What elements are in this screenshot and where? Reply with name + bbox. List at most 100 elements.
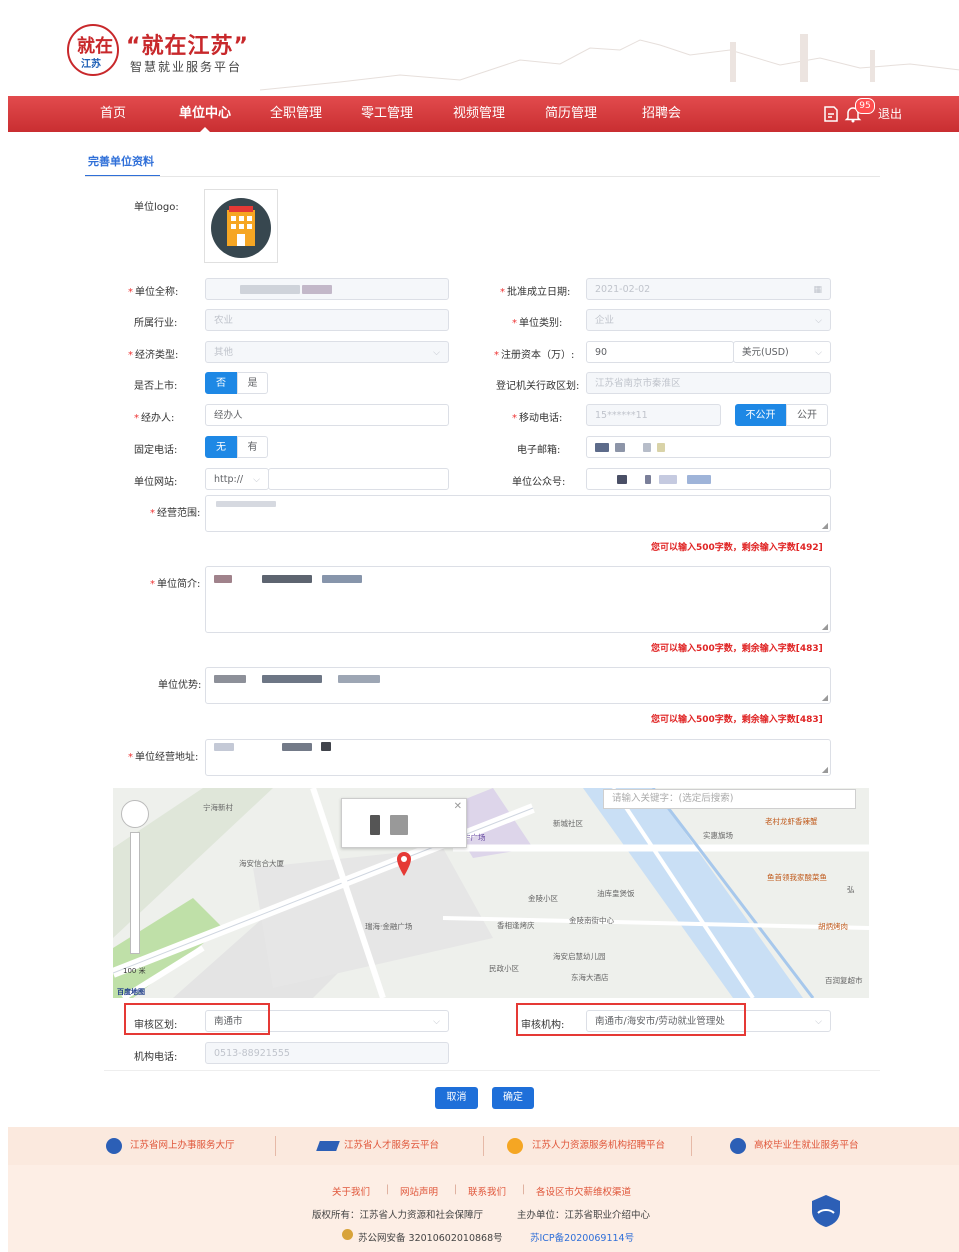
map-zoom-slider[interactable] — [130, 832, 140, 954]
confirm-button[interactable]: 确定 — [492, 1087, 534, 1109]
site-subtitle: 智慧就业服务平台 — [130, 60, 243, 74]
footer-icp-record[interactable]: 苏ICP备2020069114号 — [530, 1230, 634, 1244]
map-label: 香相逢烤庆 — [497, 921, 535, 930]
approval-date-label: * 批准成立日期: — [500, 287, 571, 298]
site-logo[interactable]: 就在 江苏 — [67, 24, 119, 76]
footer-contact-link[interactable]: 联系我们 — [468, 1184, 506, 1198]
chevron-down-icon: ⌵ — [815, 348, 822, 358]
unit-type-label: * 单位类别: — [512, 318, 563, 329]
footer-about-link[interactable]: 关于我们 — [332, 1184, 370, 1198]
skyline-banner-image — [260, 34, 959, 91]
footer-link[interactable]: 江苏人力资源服务机构招聘平台 — [532, 1127, 665, 1165]
website-input[interactable] — [268, 468, 449, 490]
location-map[interactable]: 宁海新村 海安信合大厦 瑞海·金融广场 金陵小区 金陵南街中心 海安启慧幼儿园 … — [113, 788, 869, 998]
wechat-label: 单位公众号: — [512, 477, 566, 488]
footer-police-record[interactable]: 苏公网安备 32010602010868号 — [358, 1230, 503, 1244]
map-label: 新城社区 — [553, 819, 583, 828]
email-label: 电子邮箱: — [517, 445, 561, 456]
chevron-down-icon: ⌵ — [433, 348, 440, 358]
reg-authority-field[interactable]: 江苏省南京市秦淮区 — [586, 372, 831, 394]
logo-upload[interactable] — [204, 189, 278, 263]
listed-yes-toggle[interactable]: 是 — [237, 372, 268, 394]
website-label: 单位网站: — [134, 477, 178, 488]
map-label: 金陵小区 — [528, 894, 558, 903]
intro-label: * 单位简介: — [150, 579, 201, 590]
address-textarea[interactable]: ◢ — [205, 739, 831, 776]
edit-document-icon[interactable] — [822, 105, 840, 123]
reg-capital-input[interactable]: 90 — [586, 341, 734, 363]
gov-site-seal-icon[interactable] — [808, 1193, 844, 1229]
resize-grip-icon[interactable]: ◢ — [822, 622, 828, 631]
listed-label: 是否上市: — [134, 381, 178, 392]
tab-complete-profile[interactable]: 完善单位资料 — [88, 153, 154, 169]
map-pan-control[interactable] — [121, 800, 149, 828]
map-label: 百润复超市 — [825, 976, 863, 985]
police-badge-icon — [342, 1229, 353, 1240]
landline-no-toggle[interactable]: 无 — [205, 436, 237, 458]
map-scale: 100 米 — [123, 967, 146, 975]
resize-grip-icon[interactable]: ◢ — [822, 765, 828, 774]
map-search-input[interactable]: 请输入关键字：(选定后搜索) — [603, 789, 856, 809]
hr-agency-icon — [507, 1138, 523, 1154]
map-label: 弘 — [847, 885, 855, 894]
map-marker-icon[interactable] — [396, 852, 412, 876]
footer-sponsor: 主办单位：江苏省职业介绍中心 — [517, 1210, 651, 1221]
unit-type-select[interactable]: 企业 ⌵ — [586, 309, 831, 331]
org-phone-field[interactable]: 0513-88921555 — [205, 1042, 449, 1064]
advantage-textarea[interactable]: ◢ — [205, 667, 831, 704]
intro-textarea[interactable]: ◢ — [205, 566, 831, 633]
website-protocol-select[interactable]: http://⌵ — [205, 468, 269, 490]
tab-divider — [85, 176, 880, 177]
footer-link[interactable]: 江苏省网上办事服务大厅 — [130, 1127, 235, 1165]
close-icon[interactable]: ✕ — [454, 801, 462, 812]
footer-link[interactable]: 高校毕业生就业服务平台 — [754, 1127, 859, 1165]
nav-resume[interactable]: 简历管理 — [545, 96, 597, 132]
mobile-label: * 移动电话: — [512, 413, 563, 424]
agent-input[interactable]: 经办人 — [205, 404, 449, 426]
econ-type-select[interactable]: 其他 ⌵ — [205, 341, 449, 363]
nav-unit-center[interactable]: 单位中心 — [179, 96, 231, 132]
map-label: 实惠旗场 — [703, 831, 733, 840]
wechat-input[interactable] — [586, 468, 831, 490]
landline-yes-toggle[interactable]: 有 — [237, 436, 268, 458]
reg-authority-label: 登记机关行政区划: — [496, 381, 580, 392]
map-label: 瑞海·金融广场 — [365, 922, 413, 931]
nav-fulltime[interactable]: 全职管理 — [270, 96, 322, 132]
approval-date-field[interactable]: 2021-02-02 ▦ — [586, 278, 831, 300]
chevron-down-icon: ⌵ — [815, 1017, 822, 1027]
footer-wage-link[interactable]: 各设区市欠薪维权渠道 — [536, 1184, 631, 1198]
resize-grip-icon[interactable]: ◢ — [822, 521, 828, 530]
econ-type-label: * 经济类型: — [128, 350, 179, 361]
message-count-badge: 95 — [855, 98, 875, 114]
map-label: 宁海新村 — [203, 803, 233, 812]
currency-select[interactable]: 美元(USD) ⌵ — [733, 341, 831, 363]
mobile-public-toggle[interactable]: 公开 — [786, 404, 828, 426]
nav-gig[interactable]: 零工管理 — [361, 96, 413, 132]
footer-statement-link[interactable]: 网站声明 — [400, 1184, 438, 1198]
scope-textarea[interactable]: ◢ — [205, 495, 831, 532]
footer-link[interactable]: 江苏省人才服务云平台 — [344, 1127, 439, 1165]
nav-home[interactable]: 首页 — [100, 96, 126, 132]
hotel-icon — [211, 198, 271, 258]
logo-char-2: 江苏 — [81, 59, 101, 70]
industry-label: 所属行业: — [134, 318, 178, 329]
logout-link[interactable]: 退出 — [878, 96, 902, 132]
advantage-label: 单位优势: — [158, 680, 202, 691]
chevron-down-icon: ⌵ — [253, 475, 260, 485]
mobile-private-toggle[interactable]: 不公开 — [735, 404, 786, 426]
resize-grip-icon[interactable]: ◢ — [822, 693, 828, 702]
nav-video[interactable]: 视频管理 — [453, 96, 505, 132]
nav-job-fair[interactable]: 招聘会 — [642, 96, 681, 132]
full-name-field[interactable] — [205, 278, 449, 300]
calendar-icon: ▦ — [813, 285, 822, 295]
address-label: * 单位经营地址: — [128, 752, 199, 763]
main-navbar: 首页 单位中心 全职管理 零工管理 视频管理 简历管理 招聘会 退出 — [8, 96, 959, 132]
industry-field[interactable]: 农业 — [205, 309, 449, 331]
map-label: 金陵南街中心 — [569, 916, 614, 925]
cancel-button[interactable]: 取消 — [435, 1087, 478, 1109]
footer-copyright: 版权所有：江苏省人力资源和社会保障厅 — [312, 1210, 484, 1221]
map-label: 东海大酒店 — [571, 973, 609, 982]
email-input[interactable] — [586, 436, 831, 458]
listed-no-toggle[interactable]: 否 — [205, 372, 237, 394]
mobile-field[interactable]: 15******11 — [586, 404, 721, 426]
